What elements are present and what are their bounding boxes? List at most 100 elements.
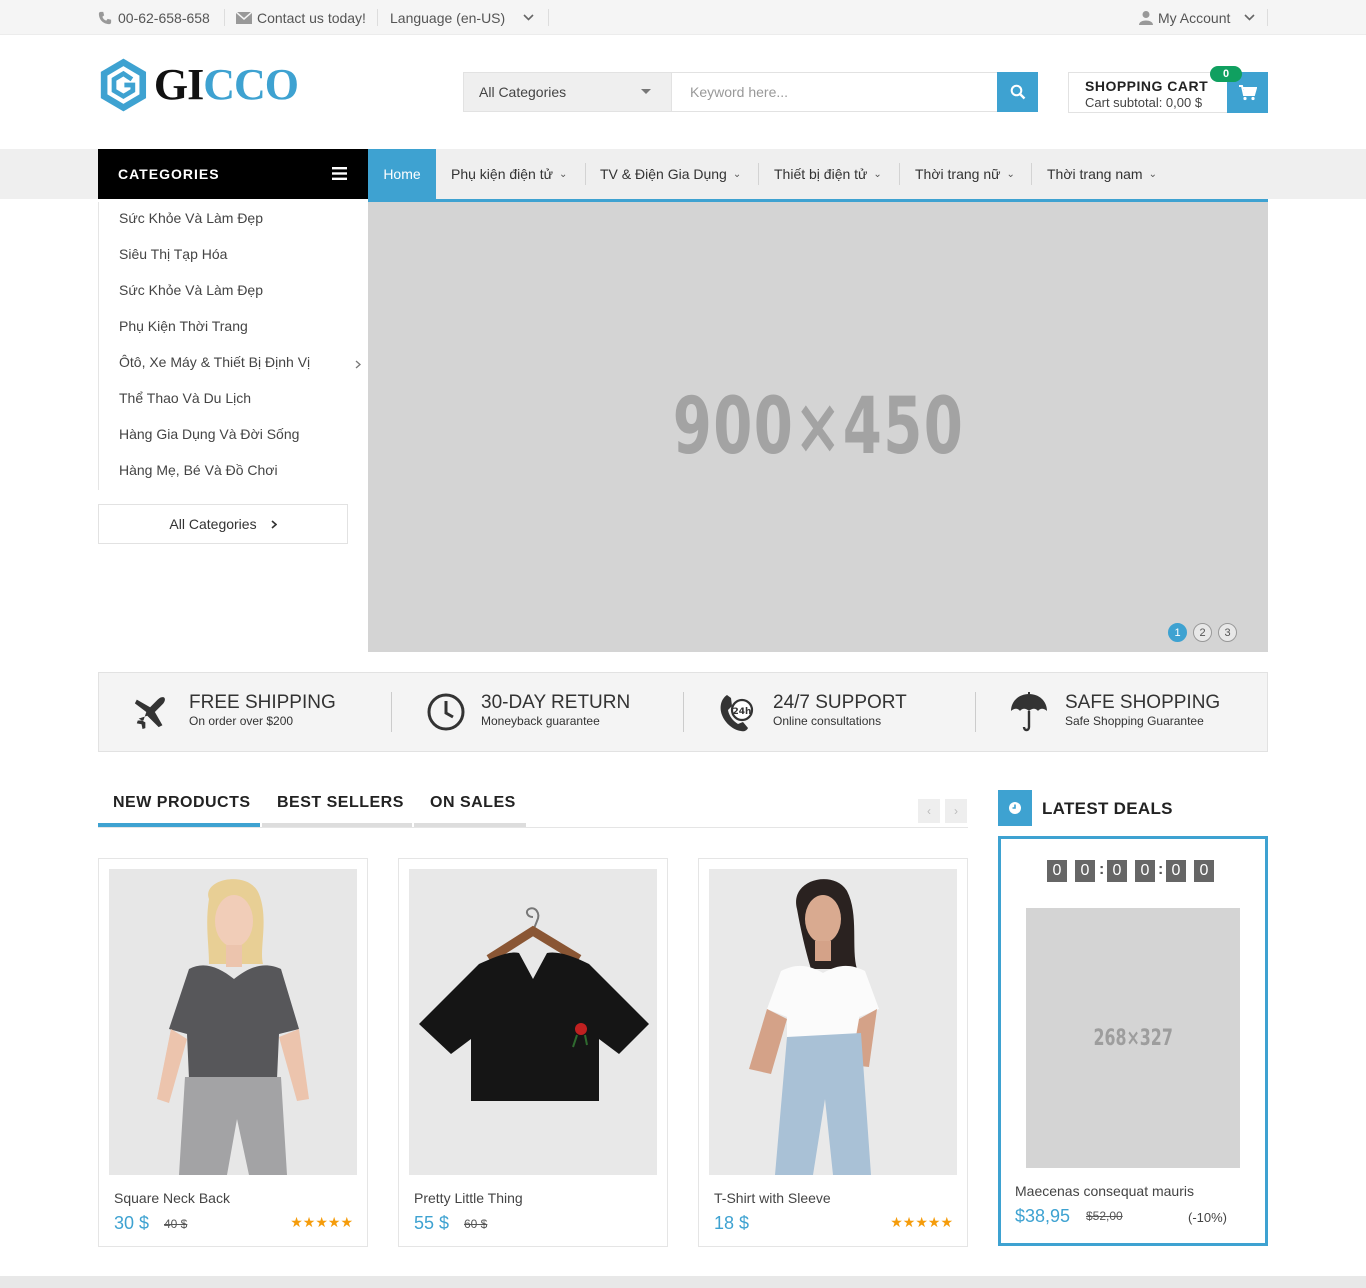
tab-best-sellers[interactable]: BEST SELLERS	[277, 794, 404, 814]
product-price: 18 $	[714, 1213, 750, 1233]
nav-item-thoi-trang-nam[interactable]: Thời trang nam ⌄	[1047, 149, 1157, 199]
product-card[interactable]: T-Shirt with Sleeve 18 $ ★★★★★	[698, 858, 968, 1247]
nav-item-tv-dien-gia-dung[interactable]: TV & Điện Gia Dụng ⌄	[600, 149, 741, 199]
countdown-digit: 0	[1075, 860, 1095, 882]
caret-down-icon	[641, 89, 651, 94]
carousel-prev-button[interactable]: ‹	[918, 799, 940, 823]
account-label: My Account	[1158, 9, 1231, 26]
tabs-baseline	[98, 827, 968, 828]
logo-text-prefix: GI	[153, 60, 204, 109]
slider-dot[interactable]: 1	[1168, 623, 1187, 642]
product-image[interactable]	[409, 869, 657, 1175]
model-grey-tee-image	[109, 869, 357, 1175]
countdown-digit: 0	[1107, 860, 1127, 882]
nav-item-thoi-trang-nu[interactable]: Thời trang nữ ⌄	[915, 149, 1015, 199]
deal-price: $38,95	[1015, 1206, 1071, 1226]
slider-dot[interactable]: 3	[1218, 623, 1237, 642]
language-selector[interactable]: Language (en-US)	[390, 0, 534, 35]
search-icon	[1010, 84, 1025, 100]
slider-placeholder-text: 900×450	[672, 382, 964, 472]
contact-label: Contact us today!	[257, 9, 366, 26]
service-24-7-support: 24h 24/7 SUPPORT Online consultations	[683, 673, 975, 753]
search-category-select[interactable]: All Categories	[463, 72, 672, 112]
logo[interactable]: GICCO	[98, 54, 299, 116]
chevron-down-icon	[523, 14, 534, 21]
nav-item-phu-kien-dien-tu[interactable]: Phụ kiện điện tử ⌄	[451, 149, 567, 199]
chevron-down-icon: ⌄	[559, 168, 568, 180]
nav-divider	[585, 163, 586, 185]
umbrella-icon	[1011, 692, 1047, 732]
chevron-down-icon: ⌄	[1006, 168, 1015, 180]
rating-stars: ★★★★★	[890, 1214, 953, 1230]
tab-underline	[262, 823, 412, 827]
account-menu[interactable]: My Account	[1139, 0, 1255, 35]
service-subtitle: On order over $200	[189, 714, 294, 728]
cart-count-badge: 0	[1210, 66, 1242, 82]
countdown-digit: 0	[1047, 860, 1067, 882]
service-title: SAFE SHOPPING	[1065, 692, 1221, 713]
product-image[interactable]	[709, 869, 957, 1175]
product-image[interactable]	[109, 869, 357, 1175]
sidebar-item[interactable]: Thể Thao Và Du Lịch	[119, 390, 251, 410]
search-placeholder: Keyword here...	[690, 84, 789, 100]
nav-item-home[interactable]: Home	[368, 149, 436, 199]
phone-contact[interactable]: 00-62-658-658	[98, 0, 210, 35]
sidebar-item[interactable]: Ôtô, Xe Máy & Thiết Bị Định Vị	[119, 354, 310, 374]
product-price: 55 $	[414, 1213, 450, 1233]
product-card[interactable]: Pretty Little Thing 55 $ 60 $	[398, 858, 668, 1247]
divider	[1267, 9, 1268, 26]
logo-text: GICCO	[153, 60, 299, 109]
cart-summary[interactable]: SHOPPING CART Cart subtotal: 0,00 $	[1068, 72, 1228, 113]
sidebar-item[interactable]: Siêu Thị Tạp Hóa	[119, 246, 227, 266]
service-30-day-return: 30-DAY RETURN Moneyback guarantee	[391, 673, 683, 753]
sidebar-item[interactable]: Sức Khỏe Và Làm Đẹp	[119, 210, 263, 230]
black-tee-hanger-image	[409, 869, 657, 1175]
deal-image[interactable]: 268×327	[1026, 908, 1240, 1168]
search-category-value: All Categories	[479, 84, 567, 100]
sidebar-item[interactable]: Phụ Kiện Thời Trang	[119, 318, 248, 338]
chevron-right-icon: ›	[954, 804, 958, 818]
product-old-price: 60 $	[464, 1217, 488, 1231]
product-name[interactable]: Pretty Little Thing	[414, 1190, 523, 1206]
svg-text:24h: 24h	[733, 707, 752, 717]
sidebar-item[interactable]: Hàng Gia Dụng Và Đời Sống	[119, 426, 299, 446]
airplane-icon	[134, 697, 165, 730]
carousel-next-button[interactable]: ›	[945, 799, 967, 823]
tab-on-sales[interactable]: ON SALES	[430, 794, 516, 814]
contact-link[interactable]: Contact us today!	[236, 0, 366, 35]
tab-new-products[interactable]: NEW PRODUCTS	[113, 794, 251, 814]
service-subtitle: Online consultations	[773, 714, 882, 728]
countdown-digit: 0	[1194, 860, 1214, 882]
nav-item-label: Thời trang nữ	[915, 166, 1001, 182]
slider-dot[interactable]: 2	[1193, 623, 1212, 642]
tab-underline	[414, 823, 526, 827]
chevron-down-icon	[1244, 14, 1255, 21]
divider	[377, 9, 378, 26]
deal-product-name[interactable]: Maecenas consequat mauris	[1015, 1183, 1194, 1199]
service-safe-shopping: SAFE SHOPPING Safe Shopping Guarantee	[975, 673, 1267, 753]
service-title: 30-DAY RETURN	[481, 692, 631, 713]
all-categories-label: All Categories	[169, 516, 257, 532]
product-name[interactable]: T-Shirt with Sleeve	[714, 1190, 831, 1206]
sidebar-item[interactable]: Sức Khỏe Và Làm Đẹp	[119, 282, 263, 302]
service-free-shipping: FREE SHIPPING On order over $200	[99, 673, 391, 753]
divider	[224, 9, 225, 26]
nav-item-thiet-bi-dien-tu[interactable]: Thiết bị điện tử ⌄	[774, 149, 882, 199]
product-card[interactable]: Square Neck Back 30 $ 40 $ ★★★★★	[98, 858, 368, 1247]
all-categories-button[interactable]: All Categories	[98, 504, 348, 544]
chevron-down-icon: ⌄	[1148, 168, 1157, 180]
phone-24h-icon: 24h	[720, 695, 754, 732]
search-input[interactable]: Keyword here...	[671, 72, 998, 112]
product-name[interactable]: Square Neck Back	[114, 1190, 230, 1206]
deal-image-placeholder: 268×327	[1093, 1025, 1173, 1051]
sidebar-item[interactable]: Hàng Mẹ, Bé Và Đồ Chơi	[119, 462, 278, 482]
deals-icon-box	[998, 790, 1032, 826]
countdown-digit: 0	[1135, 860, 1155, 882]
hero-slider[interactable]: 900×450	[368, 202, 1268, 652]
user-icon	[1139, 11, 1153, 25]
clock-icon	[427, 693, 465, 731]
search-button[interactable]	[997, 72, 1038, 112]
nav-item-label: Thiết bị điện tử	[774, 166, 868, 182]
deal-discount: (-10%)	[1188, 1210, 1228, 1225]
categories-toggle[interactable]: CATEGORIES	[98, 149, 368, 199]
